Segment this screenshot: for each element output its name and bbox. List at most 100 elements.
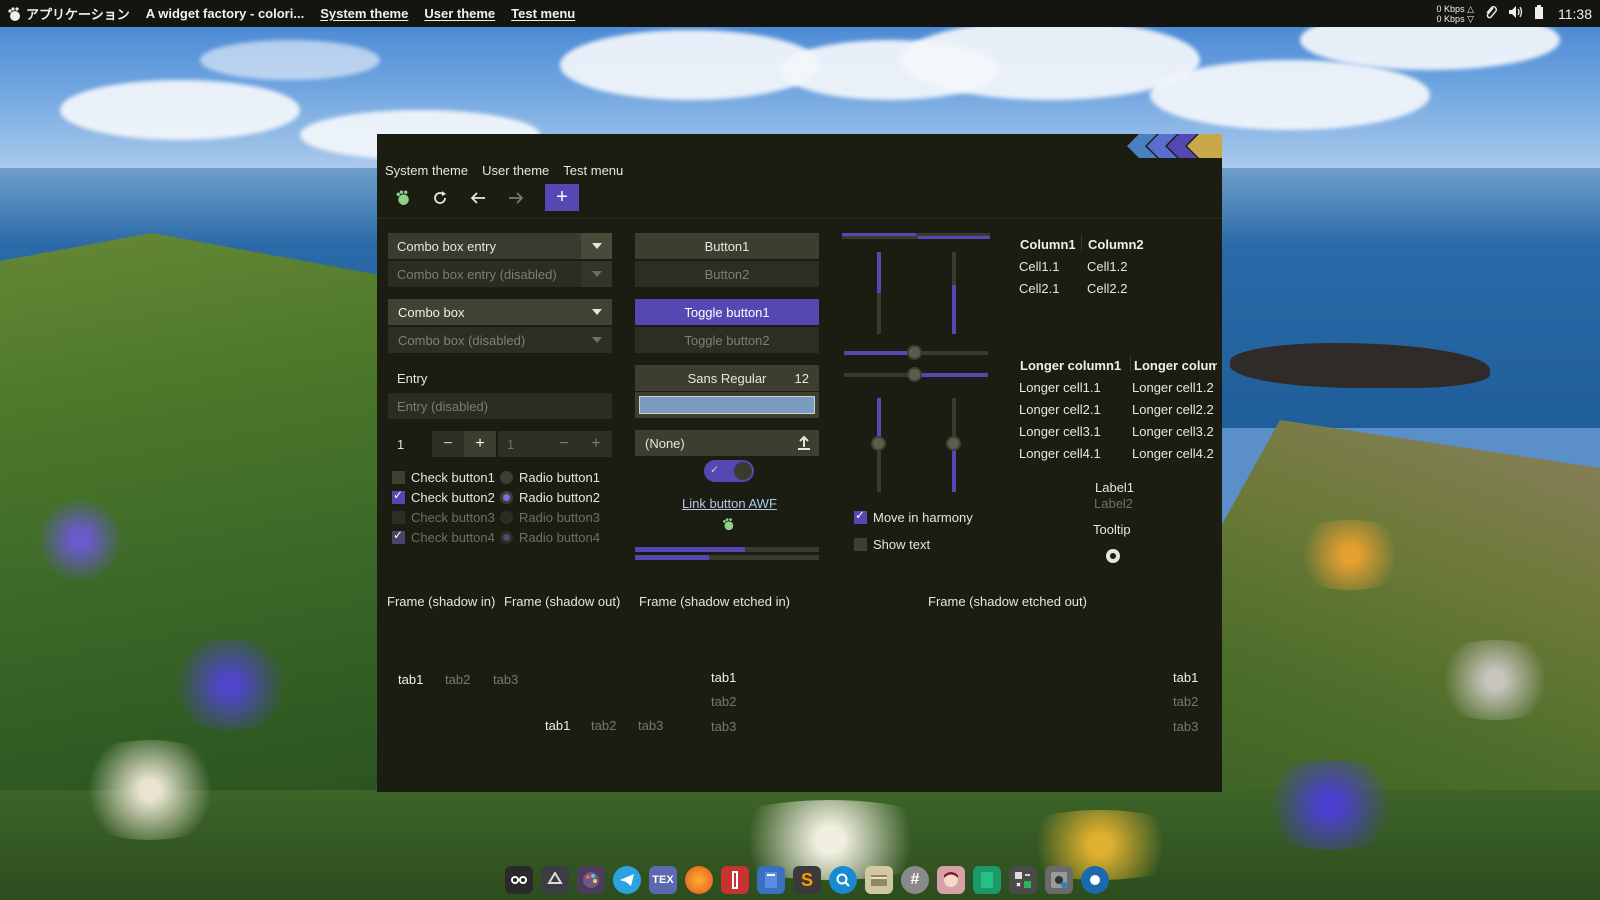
check-button-1[interactable]: Check button1 <box>392 470 495 485</box>
move-in-harmony-check[interactable]: Move in harmony <box>854 508 973 525</box>
record-icon[interactable] <box>1081 866 1109 894</box>
calculator-icon[interactable] <box>1009 866 1037 894</box>
face-icon[interactable] <box>505 866 533 894</box>
anime-icon[interactable] <box>937 866 965 894</box>
font-button[interactable]: Sans Regular 12 <box>635 365 819 391</box>
notebook2-tab1[interactable]: tab1 <box>545 718 570 733</box>
radio-unchecked[interactable] <box>500 471 513 484</box>
tree2-cell[interactable]: Longer cell3.1 <box>1019 424 1101 439</box>
horizontal-scale-1[interactable] <box>844 345 988 360</box>
back-icon[interactable] <box>461 184 495 211</box>
entry-field[interactable]: Entry <box>388 365 612 391</box>
file-chooser-button[interactable]: (None) <box>635 430 819 456</box>
notebook4-tab2[interactable]: tab2 <box>1173 694 1198 709</box>
notebook2-tab2[interactable]: tab2 <box>591 718 616 733</box>
gnome-foot-icon[interactable] <box>6 6 22 22</box>
tree1-column2-header[interactable]: Column2 <box>1088 237 1144 252</box>
tree1-cell[interactable]: Cell2.2 <box>1087 281 1127 296</box>
firefox-icon[interactable] <box>685 866 713 894</box>
vertical-scale-2[interactable] <box>946 398 961 492</box>
tree2-column1-header[interactable]: Longer column1 <box>1020 358 1121 373</box>
radio-button-1[interactable]: Radio button1 <box>500 470 600 485</box>
network-speed[interactable]: 0 Kbps △ 0 Kbps ▽ <box>1437 4 1474 24</box>
palette-icon[interactable] <box>577 866 605 894</box>
book-icon[interactable] <box>757 866 785 894</box>
green-book-icon[interactable] <box>973 866 1001 894</box>
tex-icon[interactable]: TEX <box>649 866 677 894</box>
panel-menu-user-theme[interactable]: User theme <box>424 6 495 21</box>
radio-checked[interactable] <box>500 491 513 504</box>
horizontal-scale-1-handle[interactable] <box>907 345 922 360</box>
clock[interactable]: 11:38 <box>1558 6 1592 22</box>
panel-menu-test-menu[interactable]: Test menu <box>511 6 575 21</box>
radio-button-2[interactable]: Radio button2 <box>500 490 600 505</box>
paperclip-icon[interactable] <box>1484 5 1498 22</box>
vertical-scale-1-handle[interactable] <box>871 436 886 451</box>
tree2-view[interactable]: Longer column1 Longer colum Longer cell1… <box>1017 352 1217 472</box>
tree2-cell[interactable]: Longer cell1.1 <box>1019 380 1101 395</box>
tree2-cell[interactable]: Longer cell2.2 <box>1132 402 1214 417</box>
vertical-scale-1[interactable] <box>871 398 886 492</box>
spin-button[interactable]: 1 − + <box>388 431 496 457</box>
notebook1-tab1[interactable]: tab1 <box>398 672 423 687</box>
tooltip-label[interactable]: Tooltip <box>1093 522 1131 537</box>
menu-system-theme[interactable]: System theme <box>385 163 468 178</box>
panel-menu-system-theme[interactable]: System theme <box>320 6 408 21</box>
tree1-cell[interactable]: Cell1.1 <box>1019 259 1059 274</box>
vertical-scale-2-handle[interactable] <box>946 436 961 451</box>
tree1-column1-header[interactable]: Column1 <box>1020 237 1076 252</box>
notebook1-tab2[interactable]: tab2 <box>445 672 470 687</box>
checkbox-unchecked[interactable] <box>392 471 405 484</box>
gnome-foot-icon[interactable] <box>385 184 419 211</box>
tree2-cell[interactable]: Longer cell1.2 <box>1132 380 1214 395</box>
tree2-cell[interactable]: Longer cell4.2 <box>1132 446 1214 461</box>
files-icon[interactable] <box>865 866 893 894</box>
color-button[interactable] <box>635 392 819 418</box>
menu-user-theme[interactable]: User theme <box>482 163 549 178</box>
applications-menu[interactable]: アプリケーション <box>26 4 130 23</box>
checkbox-checked[interactable] <box>392 488 405 504</box>
refresh-icon[interactable] <box>423 184 457 211</box>
notebook3-tab1[interactable]: tab1 <box>711 670 736 685</box>
search-icon[interactable] <box>829 866 857 894</box>
hash-icon[interactable]: # <box>901 866 929 894</box>
telegram-icon[interactable] <box>613 866 641 894</box>
battery-icon[interactable] <box>1534 5 1544 22</box>
notebook4-tab1[interactable]: tab1 <box>1173 670 1198 685</box>
notebook4-tab3[interactable]: tab3 <box>1173 719 1198 734</box>
tree2-column2-header[interactable]: Longer colum <box>1134 358 1217 373</box>
combo-box[interactable]: Combo box <box>388 299 612 325</box>
volume-icon[interactable] <box>1508 5 1524 22</box>
tree2-cell[interactable]: Longer cell3.2 <box>1132 424 1214 439</box>
active-window-title[interactable]: A widget factory - colori... <box>146 6 304 21</box>
switch-toggle[interactable]: ✓ <box>704 460 754 482</box>
horizontal-scale-2[interactable] <box>844 367 988 382</box>
add-icon[interactable]: + <box>545 184 579 211</box>
link-button[interactable]: Link button AWF <box>682 496 777 511</box>
check-button-2[interactable]: Check button2 <box>392 488 495 505</box>
notebook3-tab3[interactable]: tab3 <box>711 719 736 734</box>
menu-test-menu[interactable]: Test menu <box>563 163 623 178</box>
combo-box-entry[interactable]: Combo box entry <box>388 233 612 259</box>
checkbox-unchecked[interactable] <box>854 538 867 551</box>
disk-icon[interactable] <box>1045 866 1073 894</box>
tree2-cell[interactable]: Longer cell4.1 <box>1019 446 1101 461</box>
recycle-icon[interactable] <box>541 866 569 894</box>
notebook1-tab3[interactable]: tab3 <box>493 672 518 687</box>
sublime-icon[interactable]: S <box>793 866 821 894</box>
archive-icon[interactable] <box>721 866 749 894</box>
tree2-cell[interactable]: Longer cell2.1 <box>1019 402 1101 417</box>
combo-entry-dropdown-button[interactable] <box>581 233 612 259</box>
spin-button-value[interactable]: 1 <box>388 431 432 457</box>
horizontal-scale-2-handle[interactable] <box>907 367 922 382</box>
tree1-cell[interactable]: Cell1.2 <box>1087 259 1127 274</box>
spin-increment-button[interactable]: + <box>464 431 496 457</box>
toggle-button-1[interactable]: Toggle button1 <box>635 299 819 325</box>
forward-icon[interactable] <box>499 184 533 211</box>
notebook3-tab2[interactable]: tab2 <box>711 694 736 709</box>
tree1-cell[interactable]: Cell2.1 <box>1019 281 1059 296</box>
checkbox-checked[interactable] <box>854 508 867 524</box>
button-1[interactable]: Button1 <box>635 233 819 259</box>
spin-decrement-button[interactable]: − <box>432 431 464 457</box>
show-text-check[interactable]: Show text <box>854 537 930 552</box>
